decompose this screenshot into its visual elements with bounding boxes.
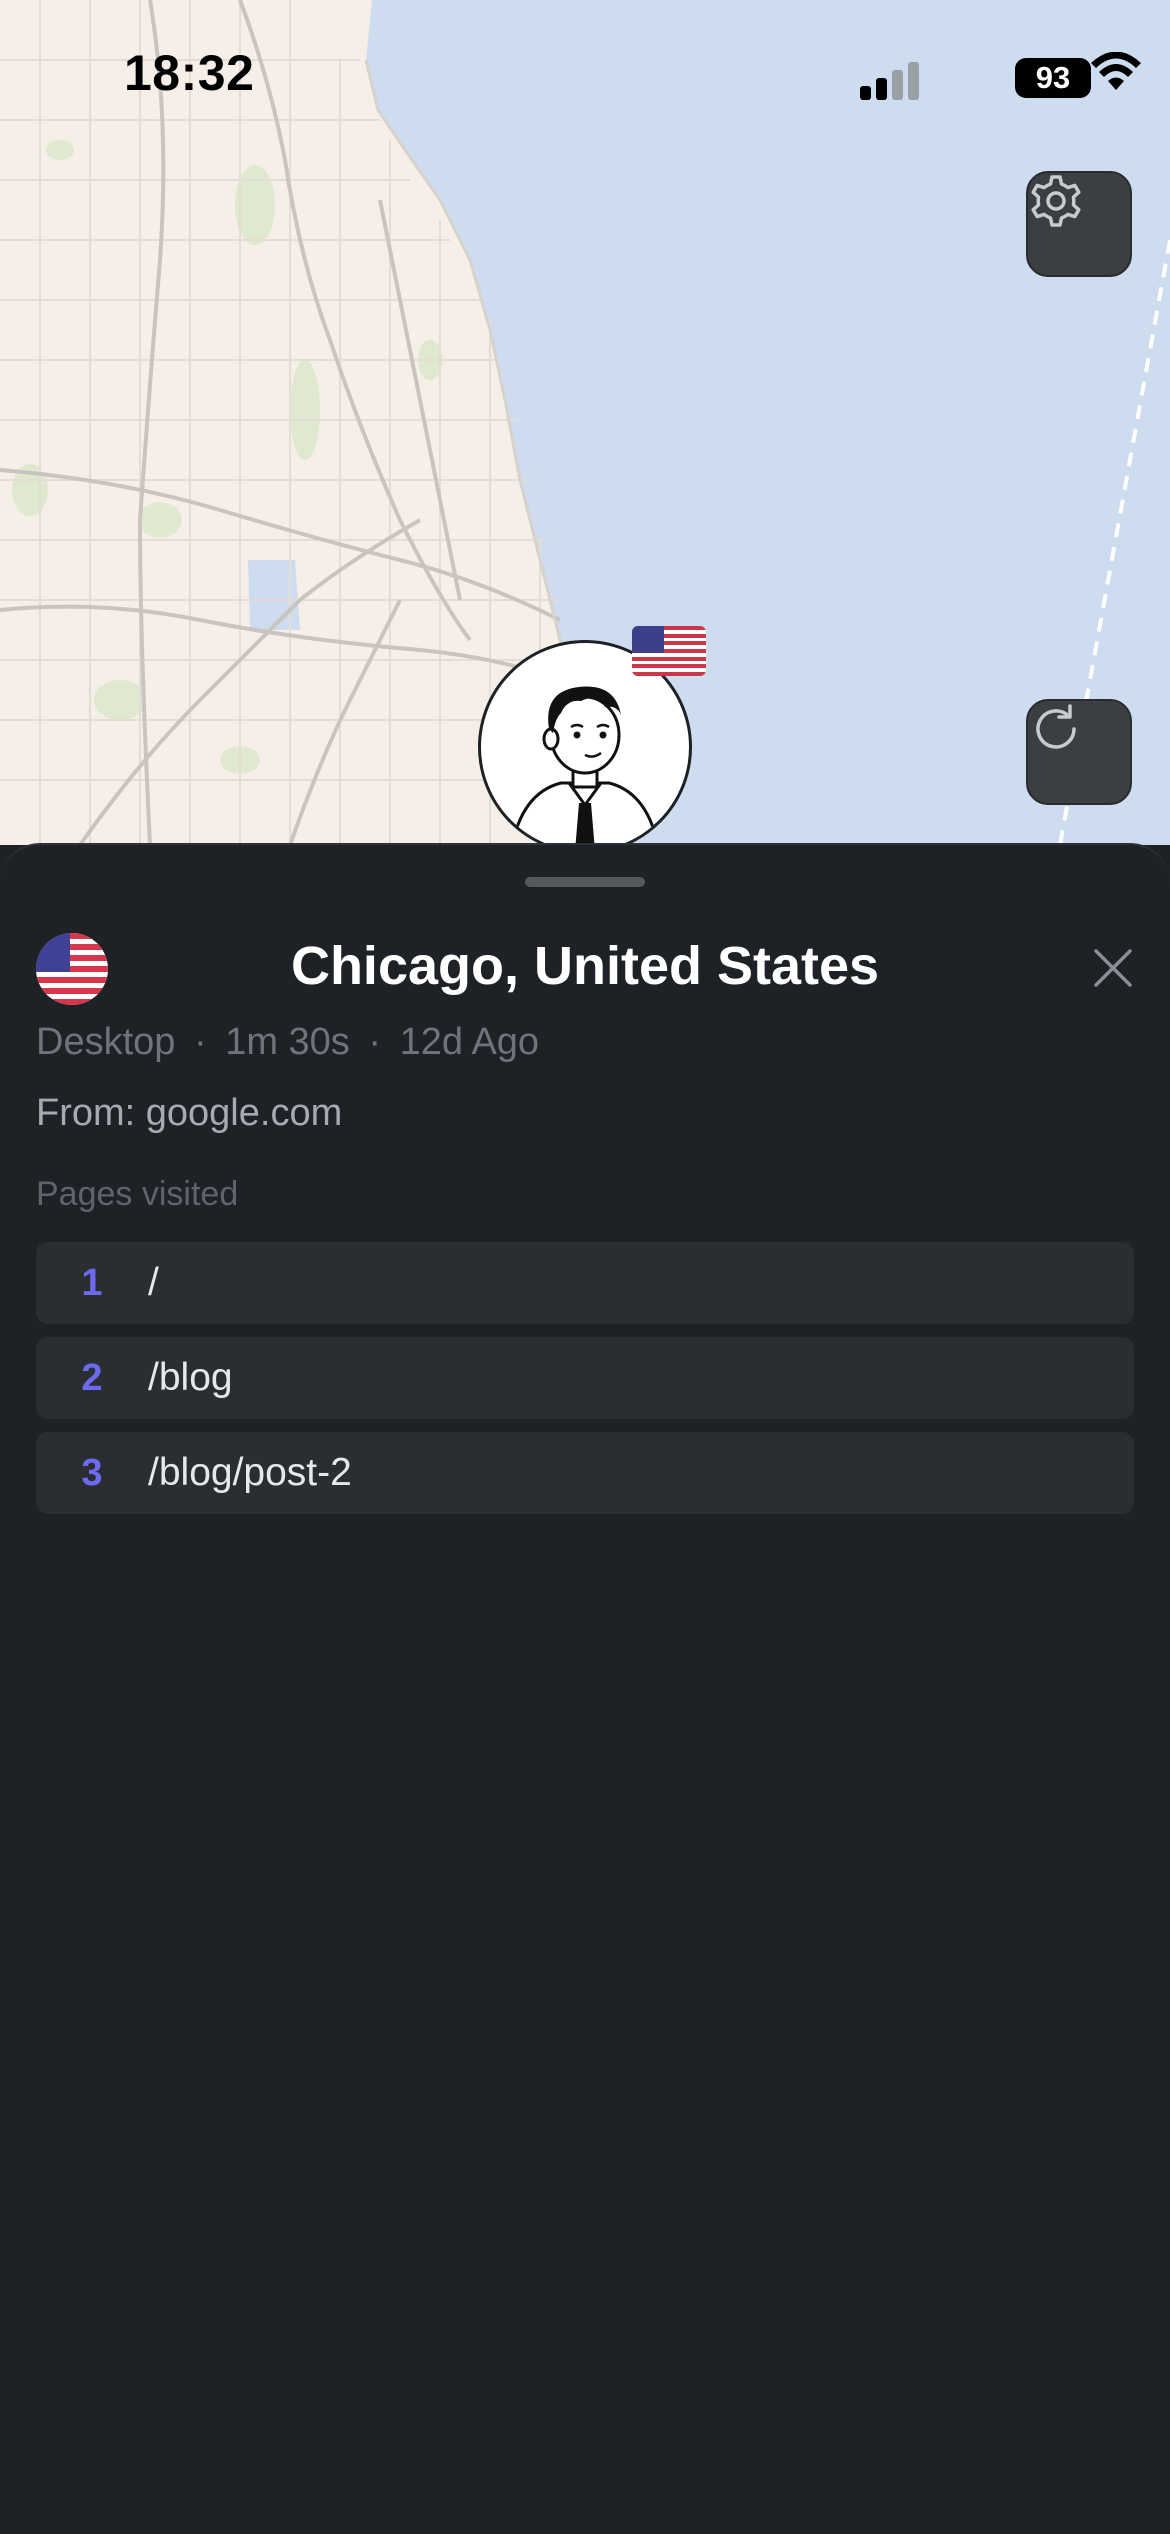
close-button[interactable] [1086,941,1140,995]
list-item[interactable]: 1 / [36,1242,1134,1324]
list-item[interactable]: 3 /blog/post-2 [36,1432,1134,1514]
location-title: Chicago, United States [290,936,880,996]
page-path: /blog [148,1356,233,1399]
sheet-grabber[interactable] [525,877,645,887]
signal-icon [860,62,920,100]
refresh-icon [1036,704,1076,749]
pages-visited-list: 1 / 2 /blog 3 /blog/post-2 [36,1242,1134,1527]
page-path: / [148,1261,159,1304]
page-index: 2 [81,1356,103,1399]
settings-button[interactable] [1026,171,1132,277]
duration-label: 1m 30s [225,1021,350,1063]
battery-level: 93 [1035,60,1071,95]
page-index: 3 [81,1451,103,1494]
referrer-label: From: google.com [36,1092,343,1134]
meta-separator: · [368,1021,382,1063]
us-flag-icon [632,626,706,676]
visitor-details-sheet: Chicago, United States Desktop · 1m 30s … [0,843,1170,2534]
close-icon [1094,949,1132,987]
device-label: Desktop [36,1021,176,1063]
time-ago-label: 12d Ago [399,1021,540,1063]
gear-icon [1031,175,1081,227]
wifi-icon [1091,52,1141,90]
page-path: /blog/post-2 [148,1451,352,1494]
battery-icon: 93 [1015,58,1091,98]
page-index: 1 [81,1261,103,1304]
status-time: 18:32 [124,45,255,101]
meta-separator: · [193,1021,207,1063]
refresh-button[interactable] [1026,699,1132,805]
visit-meta: Desktop · 1m 30s · 12d Ago [36,1021,539,1064]
pages-visited-heading: Pages visited [36,1175,239,1213]
list-item[interactable]: 2 /blog [36,1337,1134,1419]
